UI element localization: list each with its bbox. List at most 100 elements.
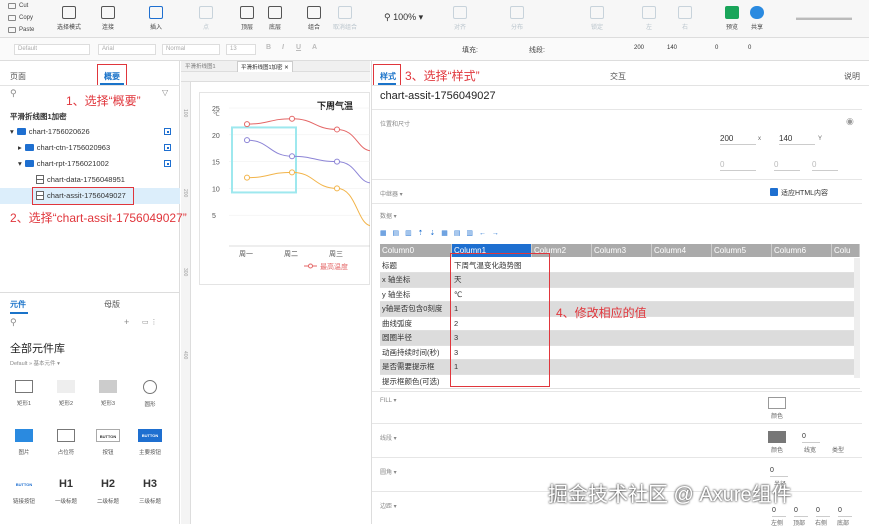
tab-notes[interactable]: 说明 (844, 71, 860, 82)
widget-lbtn[interactable]: BUTTON 链接按钮 (6, 478, 42, 505)
grid-cell-empty[interactable] (532, 345, 860, 360)
column-header[interactable]: Column5 (712, 244, 772, 257)
widget-rect3[interactable]: 矩形3 (90, 380, 126, 407)
widget-btn[interactable]: BUTTON 按钮 (90, 429, 126, 456)
grid-cell-key[interactable]: 圆圈半径 (380, 330, 452, 346)
column-header[interactable]: Colu (832, 244, 860, 257)
tab-masters[interactable]: 母版 (104, 299, 120, 310)
line-width-field[interactable]: 0 (802, 431, 820, 443)
fill-section-label[interactable]: FILL ▾ (380, 397, 396, 404)
grid-cell-key[interactable]: x 轴坐标 (380, 272, 452, 288)
ungroup-button[interactable]: 取消组合 (328, 6, 362, 31)
insert-button[interactable]: 插入 (139, 6, 173, 31)
widget-rect2[interactable]: 矩形2 (48, 380, 84, 407)
right-button[interactable]: 右 (668, 6, 702, 31)
copy-button[interactable]: Copy (8, 15, 33, 21)
font-select[interactable]: Arial (98, 44, 156, 55)
library-path[interactable]: Default » 基本元件 ▾ (10, 359, 60, 367)
grid-cell-empty[interactable] (532, 359, 860, 375)
grid-cell-key[interactable]: 曲线弧度 (380, 316, 452, 331)
line-color-swatch[interactable] (768, 431, 786, 443)
bold-icon[interactable]: B (266, 44, 271, 51)
italic-icon[interactable]: I (282, 44, 284, 51)
column-header[interactable]: Column4 (652, 244, 712, 257)
grid-cell-empty[interactable] (532, 330, 860, 346)
grid-scrollbar[interactable] (854, 258, 860, 378)
grid-cell-empty[interactable] (532, 258, 860, 273)
page-tab-1[interactable]: 平滑折线图1 (185, 62, 216, 70)
lock-button[interactable]: 锁定 (580, 6, 614, 31)
tab-widgets[interactable]: 元件 (10, 299, 26, 310)
send-back-button[interactable]: 底层 (258, 6, 292, 31)
padding-top-field[interactable]: 0 (794, 505, 808, 517)
cut-button[interactable]: Cut (8, 3, 28, 9)
connect-button[interactable]: 连接 (91, 6, 125, 31)
checkbox-checked-icon[interactable] (770, 188, 778, 196)
tab-pages[interactable]: 页面 (10, 71, 26, 82)
grid-cell-key[interactable]: 提示框颜色(可选) (380, 374, 452, 389)
fill-color-swatch[interactable] (768, 397, 786, 409)
text-color-icon[interactable]: A (312, 44, 317, 51)
data-toolbar-icons[interactable]: ▦ ▤ ▥ ⇡ ⇣ ▦ ▤ ▥ ← → (380, 229, 501, 237)
widget-circle[interactable]: 圆形 (132, 380, 168, 408)
x-position-field[interactable]: 200 (720, 133, 756, 145)
data-section-label[interactable]: 数据 ▾ (380, 211, 397, 220)
paste-button[interactable]: Paste (8, 27, 34, 33)
padding-right-field[interactable]: 0 (816, 505, 830, 517)
tree-item-chart[interactable]: ▾ chart-1756020626 (10, 127, 90, 136)
grid-cell-key[interactable]: y轴是否包含0刻度 (380, 301, 452, 317)
share-button[interactable]: 共享 (740, 6, 774, 31)
select-mode-button[interactable]: 选择模式 (52, 6, 86, 31)
grid-cell-key[interactable]: 动画持续时间(秒) (380, 345, 452, 360)
widget-pbtn[interactable]: BUTTON 主要按钮 (132, 429, 168, 456)
h-field[interactable]: 0 (745, 44, 765, 55)
widget-ph[interactable]: 占位符 (48, 429, 84, 456)
column-header[interactable]: Column3 (592, 244, 652, 257)
align-button[interactable]: 对齐 (443, 6, 477, 31)
zoom-select[interactable]: ⚲ 100% ▾ (384, 12, 423, 23)
repeater-section-label[interactable]: 中继器 ▾ (380, 189, 403, 198)
grid-cell-key[interactable]: 是否需要提示框 (380, 359, 452, 375)
height-field[interactable]: 0 (774, 159, 800, 171)
distribute-button[interactable]: 分布 (500, 6, 534, 31)
tree-item-chart-rpt[interactable]: ▾ chart-rpt-1756021002 (18, 159, 109, 168)
widget-img[interactable]: 图片 (6, 429, 42, 456)
widget-h2[interactable]: H2 二级标题 (90, 478, 126, 505)
line-section-label[interactable]: 线段 ▾ (380, 433, 397, 442)
widget-name[interactable]: chart-assit-1756049027 (380, 90, 496, 102)
group-button[interactable]: 组合 (297, 6, 331, 31)
search-icon[interactable]: ⚲ (10, 88, 17, 99)
user-account[interactable]: ▬▬▬▬▬▬▬ (796, 13, 852, 22)
underline-icon[interactable]: U (296, 44, 301, 51)
column-header[interactable]: Column6 (772, 244, 832, 257)
style-select[interactable]: Default (14, 44, 90, 55)
y-field[interactable]: 140 (664, 44, 690, 55)
search-icon[interactable]: ⚲ (10, 317, 17, 328)
padding-section-label[interactable]: 边距 ▾ (380, 501, 397, 510)
grid-cell-key[interactable]: y 轴坐标 (380, 287, 452, 302)
padding-bottom-field[interactable]: 0 (838, 505, 852, 517)
rotation-field[interactable]: 0 (812, 159, 838, 171)
x-field[interactable]: 200 (631, 44, 657, 55)
corner-section-label[interactable]: 圆角 ▾ (380, 467, 397, 476)
point-button[interactable]: 点 (189, 6, 223, 31)
line-type-label[interactable]: 类型 (832, 445, 844, 454)
radius-field[interactable]: 0 (770, 465, 788, 477)
grid-cell-empty[interactable] (532, 287, 860, 302)
width-field[interactable]: 0 (720, 159, 756, 171)
y-position-field[interactable]: 140 (779, 133, 815, 145)
grid-cell-empty[interactable] (532, 272, 860, 288)
tree-item-chart-ctn[interactable]: ▸ chart-ctn-1756020963 (18, 143, 110, 152)
library-menu-icon[interactable]: ▭ ⋮ (142, 318, 158, 326)
position-section-label[interactable]: 位置和尺寸 (380, 119, 410, 128)
grid-cell-key[interactable]: 标题 (380, 258, 452, 273)
widget-rect[interactable]: 矩形1 (6, 380, 42, 407)
eye-icon[interactable]: ◉ (846, 116, 854, 127)
column-header[interactable]: Column0 (380, 244, 452, 257)
weight-select[interactable]: Normal (162, 44, 220, 55)
widget-h1[interactable]: H1 一级标题 (48, 478, 84, 505)
size-select[interactable]: 13 (226, 44, 256, 55)
w-field[interactable]: 0 (712, 44, 732, 55)
tab-interactions[interactable]: 交互 (610, 71, 626, 82)
page-tab-2[interactable]: 平滑折线图1加密 ✕ (237, 61, 293, 72)
